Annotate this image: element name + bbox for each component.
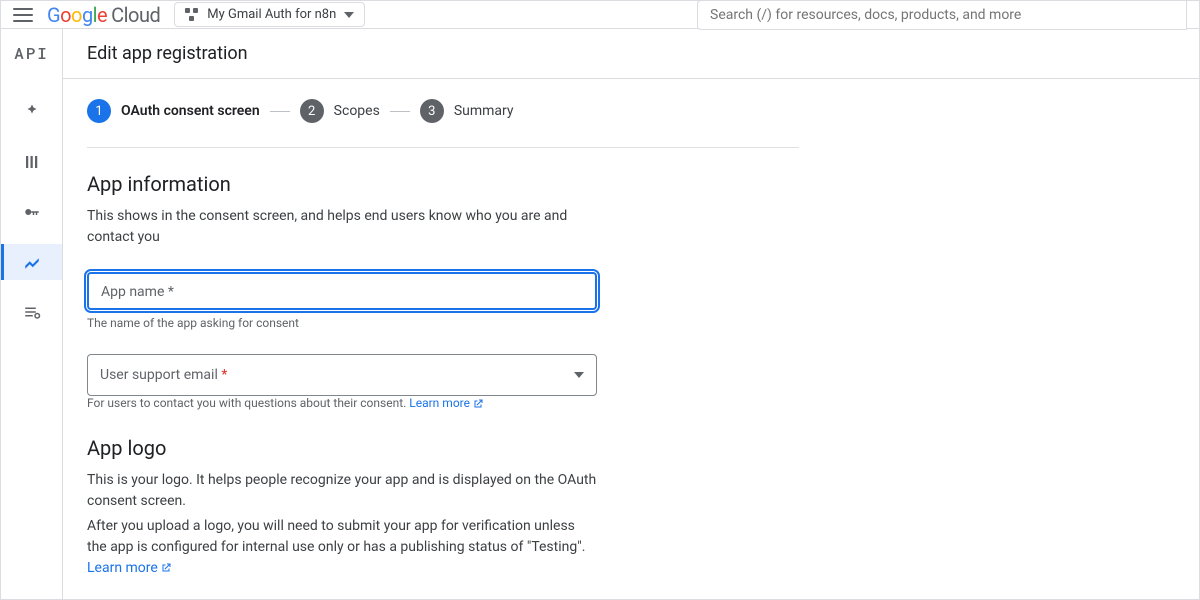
step-label-3: Summary xyxy=(454,103,514,119)
step-separator xyxy=(390,111,410,112)
nav-credentials[interactable] xyxy=(1,194,62,230)
google-cloud-logo[interactable]: GoogleCloud xyxy=(47,3,160,27)
step-scopes[interactable]: 2 Scopes xyxy=(300,99,380,123)
stepper: 1 OAuth consent screen 2 Scopes 3 Summar… xyxy=(87,99,799,148)
nav-oauth-consent[interactable] xyxy=(1,244,62,280)
required-star: * xyxy=(218,367,228,383)
external-link-icon xyxy=(160,562,172,574)
external-link-icon xyxy=(472,398,484,410)
step-summary[interactable]: 3 Summary xyxy=(420,99,514,123)
learn-more-link[interactable]: Learn more xyxy=(409,396,484,410)
app-name-input[interactable] xyxy=(87,272,597,310)
step-label-1: OAuth consent screen xyxy=(121,103,260,119)
user-support-email-select[interactable]: User support email * xyxy=(87,354,597,396)
step-num-2: 2 xyxy=(300,99,324,123)
step-num-1: 1 xyxy=(87,99,111,123)
nav-enabled-apis[interactable] xyxy=(1,94,62,130)
step-separator xyxy=(270,111,290,112)
learn-more-link[interactable]: Learn more xyxy=(87,560,172,576)
step-label-2: Scopes xyxy=(334,103,380,119)
nav-library[interactable] xyxy=(1,144,62,180)
app-name-helper: The name of the app asking for consent xyxy=(87,316,799,330)
caret-down-icon xyxy=(344,12,354,18)
project-selector[interactable]: My Gmail Auth for n8n xyxy=(174,2,365,27)
search-input[interactable] xyxy=(697,0,1187,30)
nav-page-usage[interactable] xyxy=(1,294,62,330)
project-icon xyxy=(185,8,199,22)
app-info-heading: App information xyxy=(87,172,799,196)
sidebar: API xyxy=(1,29,63,599)
app-logo-p2: After you upload a logo, you will need t… xyxy=(87,516,597,579)
caret-down-icon xyxy=(574,372,584,378)
project-name: My Gmail Auth for n8n xyxy=(207,7,336,22)
app-logo-heading: App logo xyxy=(87,436,799,460)
step-num-3: 3 xyxy=(420,99,444,123)
app-info-sub: This shows in the consent screen, and he… xyxy=(87,206,597,248)
support-email-helper: For users to contact you with questions … xyxy=(87,396,799,410)
app-logo-p1: This is your logo. It helps people recog… xyxy=(87,470,597,512)
step-oauth-consent[interactable]: 1 OAuth consent screen xyxy=(87,99,260,123)
page-title: Edit app registration xyxy=(63,29,1199,79)
api-label: API xyxy=(14,43,49,64)
hamburger-menu[interactable] xyxy=(13,5,33,25)
support-email-label: User support email xyxy=(100,367,218,383)
